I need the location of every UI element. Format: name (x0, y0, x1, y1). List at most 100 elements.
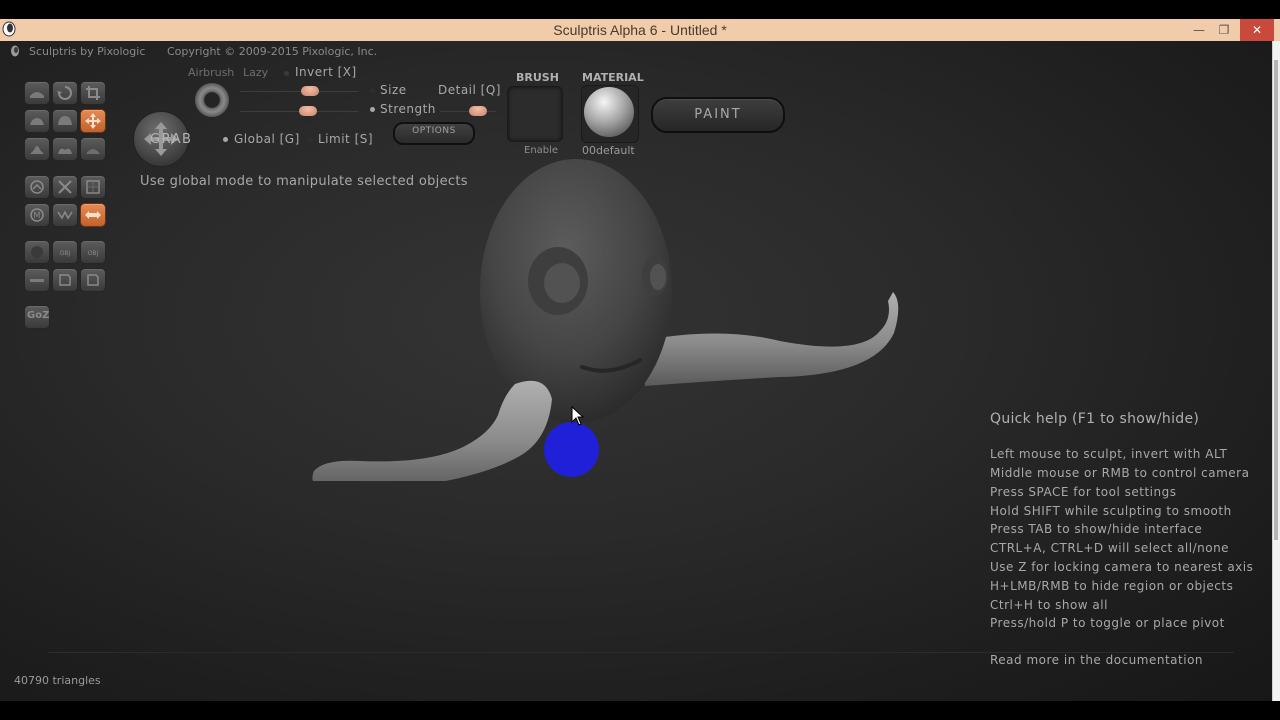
open-button[interactable] (80, 268, 106, 292)
detail-slider-track[interactable] (440, 111, 496, 112)
global-toggle[interactable]: Global [G] (234, 132, 300, 146)
detail-label: Detail [Q] (438, 83, 501, 97)
help-line: CTRL+A, CTRL+D will select all/none (990, 541, 1230, 555)
crease-icon (58, 148, 72, 154)
restore-button[interactable]: ❐ (1212, 19, 1236, 41)
size-label: Size (380, 83, 407, 97)
quick-help-title: Quick help (F1 to show/hide) (990, 411, 1200, 427)
move-arrows-icon (85, 211, 101, 219)
grab-icon (85, 113, 101, 129)
detail-slider-knob[interactable] (469, 106, 487, 116)
help-line: Left mouse to sculpt, invert with ALT (990, 447, 1228, 461)
svg-text:OBJ: OBJ (60, 250, 71, 257)
pinch-tool-button[interactable] (24, 137, 50, 161)
svg-text:M: M (34, 211, 41, 220)
sphere-icon (31, 246, 43, 258)
mask-icon (86, 180, 100, 194)
invert-radio[interactable] (284, 71, 289, 76)
open-icon (87, 274, 99, 286)
plane-tool-button[interactable] (24, 268, 50, 292)
window-title: Sculptris Alpha 6 - Untitled * (553, 22, 727, 38)
goz-button[interactable]: GoZ (24, 305, 50, 329)
pixologic-logo-icon (11, 45, 19, 57)
inflate-tool-button[interactable] (52, 109, 78, 133)
wireframe-icon (57, 210, 73, 220)
grab-tool-button[interactable] (80, 109, 106, 133)
help-line: Hold SHIFT while sculpting to smooth (990, 504, 1232, 518)
mouse-pointer-icon (571, 406, 585, 426)
mask-tool-button[interactable] (80, 175, 106, 199)
help-line: Middle mouse or RMB to control camera (990, 466, 1250, 480)
size-radio[interactable] (370, 88, 375, 93)
save-icon (59, 274, 71, 286)
import-obj-icon: OBJ (60, 250, 71, 257)
brush-label: BRUSH (516, 71, 559, 84)
help-line: Press TAB to show/hide interface (990, 522, 1203, 536)
strength-slider-knob[interactable] (299, 106, 317, 116)
global-radio[interactable] (223, 137, 228, 142)
screen-bottom-border (0, 701, 1280, 720)
export-obj-icon: OBJ (88, 250, 99, 257)
goz-label: GoZ (27, 310, 50, 321)
invert-toggle[interactable]: Invert [X] (295, 65, 357, 79)
scrollbar-thumb[interactable] (1274, 60, 1278, 540)
symmetry-icon: M (30, 208, 44, 222)
material-sphere-preview[interactable] (584, 87, 634, 137)
lazy-toggle[interactable]: Lazy (243, 66, 268, 79)
plane-icon (30, 279, 44, 282)
viewport[interactable]: Sculptris by Pixologic Copyright © 2009-… (0, 41, 1272, 701)
move-arrows-tool-button[interactable] (80, 203, 106, 227)
cut-tool-button[interactable] (52, 175, 78, 199)
strength-label: Strength (380, 102, 436, 116)
copyright-label: Copyright © 2009-2015 Pixologic, Inc. (167, 45, 378, 58)
triangle-count: 40790 triangles (14, 674, 101, 687)
falloff-ring-icon (195, 83, 229, 117)
pinch-icon (30, 146, 44, 154)
smooth-tool-button[interactable] (80, 137, 106, 161)
minimize-button[interactable]: — (1186, 19, 1212, 41)
draw-icon (30, 92, 44, 98)
rotate-icon (57, 86, 72, 100)
export-obj-button[interactable]: OBJ (80, 240, 106, 264)
window-titlebar[interactable]: Sculptris Alpha 6 - Untitled * — ❐ ✕ (0, 19, 1280, 41)
help-line: Press/hold P to toggle or place pivot (990, 616, 1225, 630)
flatten-tool-button[interactable] (24, 109, 50, 133)
symmetry-tool-button[interactable]: M (24, 203, 50, 227)
documentation-link[interactable]: Read more in the documentation (990, 653, 1203, 667)
wireframe-tool-button[interactable] (52, 203, 78, 227)
paint-button-label: PAINT (694, 107, 742, 122)
viewport-frame-line (48, 652, 1234, 653)
help-line: Press SPACE for tool settings (990, 485, 1177, 499)
options-button-label: OPTIONS (412, 126, 456, 136)
sphere-tool-button[interactable] (24, 240, 50, 264)
strength-radio[interactable] (370, 107, 375, 112)
svg-text:OBJ: OBJ (88, 250, 99, 257)
size-slider-knob[interactable] (301, 86, 319, 96)
inflate-icon (58, 116, 72, 125)
reduce-icon (30, 180, 44, 194)
crop-tool-button[interactable] (80, 81, 106, 105)
import-obj-button[interactable]: OBJ (52, 240, 78, 264)
help-line: H+LMB/RMB to hide region or objects (990, 579, 1234, 593)
screen-top-border (0, 0, 1280, 19)
tool-name-label: GRAB (150, 132, 193, 147)
app-name-label: Sculptris by Pixologic (29, 45, 146, 58)
size-slider-track[interactable] (240, 91, 358, 92)
draw-tool-button[interactable] (24, 81, 50, 105)
reduce-tool-button[interactable] (24, 175, 50, 199)
help-line: Ctrl+H to show all (990, 598, 1108, 612)
sculpt-model[interactable] (300, 141, 920, 481)
cut-icon (58, 180, 72, 194)
crease-tool-button[interactable] (52, 137, 78, 161)
crop-icon (86, 86, 100, 100)
help-line: Use Z for locking camera to nearest axis (990, 560, 1254, 574)
close-button[interactable]: ✕ (1240, 19, 1274, 41)
material-label: MATERIAL (582, 71, 644, 84)
airbrush-toggle[interactable]: Airbrush (188, 66, 234, 79)
brush-slot[interactable] (507, 86, 563, 142)
flatten-icon (30, 118, 44, 125)
save-button[interactable] (52, 268, 78, 292)
rotate-tool-button[interactable] (52, 81, 78, 105)
smooth-icon (86, 149, 100, 154)
paint-button[interactable]: PAINT (651, 97, 785, 133)
